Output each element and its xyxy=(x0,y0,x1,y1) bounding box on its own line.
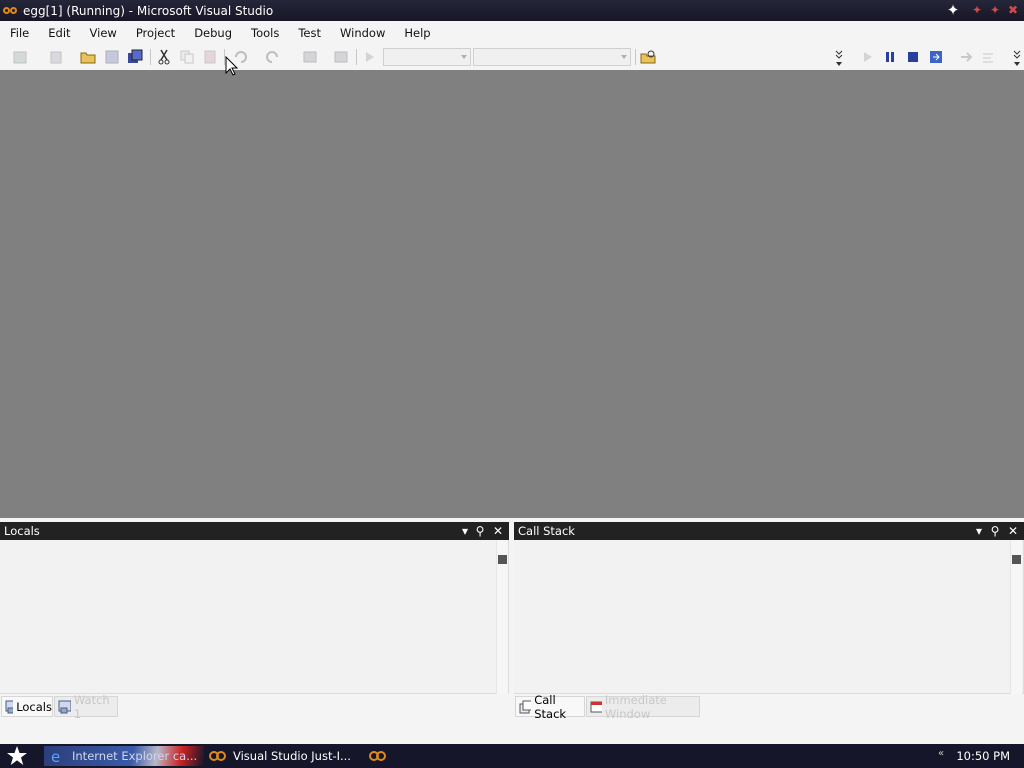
toolbar-separator xyxy=(635,49,636,65)
locals-pane-header[interactable]: Locals ▾ ⚲ ✕ xyxy=(0,522,509,540)
svg-text:e: e xyxy=(51,748,60,764)
tab-watch-1-label: Watch 1 xyxy=(73,692,110,721)
call-stack-pane-header[interactable]: Call Stack ▾ ⚲ ✕ xyxy=(514,522,1024,540)
visual-studio-logo-icon xyxy=(3,5,19,17)
cut-icon[interactable] xyxy=(156,49,172,65)
document-area[interactable] xyxy=(0,70,1024,518)
tab-call-stack-label: Call Stack xyxy=(534,692,567,721)
maximize-button[interactable]: ✦ xyxy=(988,3,1002,17)
immediate-window-icon xyxy=(590,701,602,712)
visual-studio-icon xyxy=(369,751,386,761)
solution-configuration-dropdown[interactable] xyxy=(383,48,471,66)
taskbar-item-visual-studio-jit[interactable]: Visual Studio Just-I... xyxy=(206,746,356,766)
open-file-icon[interactable] xyxy=(80,49,96,65)
visual-studio-icon xyxy=(209,751,226,761)
tab-immediate-window[interactable]: Immediate Window xyxy=(586,693,700,721)
taskbar-item-visual-studio[interactable] xyxy=(366,746,392,766)
show-hidden-icons-chevron-icon[interactable]: « xyxy=(938,748,944,759)
menu-project[interactable]: Project xyxy=(126,26,184,40)
stop-debugging-icon[interactable] xyxy=(905,49,921,65)
taskbar-item-internet-explorer[interactable]: e Internet Explorer ca... xyxy=(44,746,204,766)
toolbar-separator xyxy=(356,49,357,65)
menu-help[interactable]: Help xyxy=(394,26,439,40)
toolbar-separator xyxy=(150,49,151,65)
add-item-icon[interactable] xyxy=(48,49,64,65)
mouse-cursor-icon xyxy=(225,56,238,76)
minimize-button[interactable]: ✦ xyxy=(970,3,984,17)
vertical-scrollbar[interactable] xyxy=(496,540,508,694)
pin-icon[interactable]: ⚲ xyxy=(988,523,1002,539)
solution-platform-dropdown[interactable] xyxy=(473,48,631,66)
menu-window[interactable]: Window xyxy=(330,26,394,40)
tab-watch-1[interactable]: Watch 1 xyxy=(54,693,118,721)
star-icon xyxy=(6,746,27,765)
navigate-forward-icon[interactable] xyxy=(333,49,349,65)
right-tab-strip: Call Stack Immediate Window xyxy=(514,693,1024,721)
break-all-icon[interactable] xyxy=(882,49,898,65)
locals-pane[interactable]: Locals ▾ ⚲ ✕ xyxy=(0,522,509,694)
step-into-icon[interactable] xyxy=(981,49,997,65)
internet-explorer-icon: e xyxy=(51,748,60,764)
menu-test[interactable]: Test xyxy=(288,26,330,40)
call-stack-pane[interactable]: Call Stack ▾ ⚲ ✕ xyxy=(514,522,1024,694)
menu-edit[interactable]: Edit xyxy=(38,26,79,40)
locals-grid[interactable] xyxy=(0,540,509,694)
paste-icon[interactable] xyxy=(202,49,218,65)
call-stack-pane-title: Call Stack xyxy=(518,524,575,538)
window-position-dropdown-icon[interactable]: ▾ xyxy=(972,523,986,539)
start-debugging-icon[interactable] xyxy=(362,49,378,65)
restart-icon[interactable] xyxy=(928,49,944,65)
save-all-icon[interactable] xyxy=(127,49,143,65)
standard-toolbar xyxy=(0,44,1024,70)
locals-window-icon xyxy=(5,700,14,713)
tab-immediate-window-label: Immediate Window xyxy=(604,692,667,721)
menu-debug[interactable]: Debug xyxy=(184,26,241,40)
window-title: egg[1] (Running) - Microsoft Visual Stud… xyxy=(23,3,274,18)
tab-locals-label: Locals xyxy=(16,699,52,714)
start-button[interactable] xyxy=(6,745,28,767)
pin-icon[interactable]: ⚲ xyxy=(473,523,487,539)
redo-icon[interactable] xyxy=(265,49,281,65)
title-bar[interactable]: egg[1] (Running) - Microsoft Visual Stud… xyxy=(0,0,1024,21)
taskbar-item-label: Visual Studio Just-I... xyxy=(233,749,351,763)
window-position-dropdown-icon[interactable]: ▾ xyxy=(458,523,472,539)
tab-call-stack[interactable]: Call Stack xyxy=(515,693,585,721)
continue-icon[interactable] xyxy=(860,49,876,65)
save-icon[interactable] xyxy=(104,49,120,65)
navigate-backward-icon[interactable] xyxy=(302,49,318,65)
call-stack-window-icon xyxy=(519,700,532,713)
taskbar-clock[interactable]: 10:50 PM xyxy=(956,749,1010,763)
locals-pane-title: Locals xyxy=(4,524,40,538)
vertical-scrollbar[interactable] xyxy=(1010,540,1022,694)
toolbar-overflow-chevron-icon[interactable] xyxy=(834,49,844,66)
close-icon[interactable]: ✕ xyxy=(491,523,505,539)
menu-view[interactable]: View xyxy=(80,26,126,40)
close-button[interactable]: ✖ xyxy=(1006,3,1020,17)
taskbar-item-label: Internet Explorer ca... xyxy=(72,749,198,763)
watch-window-icon xyxy=(58,700,71,713)
close-icon[interactable]: ✕ xyxy=(1006,523,1020,539)
call-stack-grid[interactable] xyxy=(514,540,1024,694)
toolbar-overflow-chevron-icon[interactable] xyxy=(1012,49,1022,66)
menu-bar: File Edit View Project Debug Tools Test … xyxy=(0,21,1024,44)
show-next-statement-icon[interactable] xyxy=(958,49,974,65)
find-in-files-icon[interactable] xyxy=(640,49,656,65)
copy-icon[interactable] xyxy=(179,49,195,65)
new-project-icon[interactable] xyxy=(12,49,28,65)
menu-tools[interactable]: Tools xyxy=(241,26,288,40)
star-icon[interactable]: ✦ xyxy=(946,3,960,18)
taskbar: e Internet Explorer ca... Visual Studio … xyxy=(0,744,1024,768)
tab-locals[interactable]: Locals xyxy=(1,696,53,717)
left-tab-strip: Locals Watch 1 xyxy=(0,693,512,721)
menu-file[interactable]: File xyxy=(0,26,38,40)
